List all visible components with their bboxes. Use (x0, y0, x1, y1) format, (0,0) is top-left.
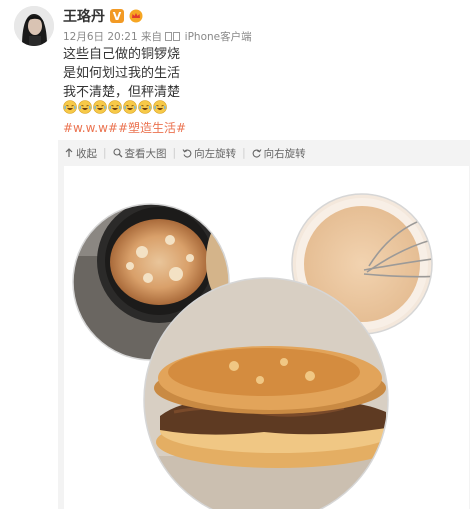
toolbar-divider: | (242, 147, 246, 159)
avatar[interactable] (14, 6, 54, 46)
view-large-label: 查看大图 (124, 147, 167, 160)
toolbar-divider: | (103, 147, 107, 159)
pancake-collage-image (72, 193, 433, 513)
member-crown-icon[interactable] (129, 9, 143, 23)
laugh-cry-emoji-icon (153, 100, 167, 114)
post-image[interactable] (64, 166, 469, 513)
post-text-line-2: 是如何划过我的生活 (63, 66, 181, 81)
magnifier-icon (112, 148, 123, 158)
post-source[interactable]: iPhone客户端 (185, 31, 252, 43)
post-text-line-3: 我不清楚，但秤清楚 (63, 85, 181, 100)
rotate-left-button[interactable]: 向左旋转 (182, 146, 236, 161)
post-date[interactable]: 12月6日 20:21 (63, 31, 138, 43)
emoji-row (63, 100, 167, 114)
device-icon (165, 32, 181, 41)
collapse-arrow-icon (65, 148, 73, 157)
rotate-right-label: 向右旋转 (263, 147, 306, 160)
post-text-line-1: 这些自己做的铜锣烧 (63, 47, 181, 62)
view-large-button[interactable]: 查看大图 (112, 146, 167, 161)
laugh-cry-emoji-icon (93, 100, 107, 114)
image-toolbar: 收起 | 查看大图 | 向左旋转 | 向右旋转 (64, 146, 306, 160)
toolbar-divider: | (172, 147, 177, 159)
collapse-label: 收起 (76, 147, 97, 160)
source-prefix: 来自 (140, 31, 162, 43)
laugh-cry-emoji-icon (78, 100, 92, 114)
post-meta: 12月6日 20:21 来自 iPhone客户端 (63, 29, 252, 44)
collapse-button[interactable]: 收起 (64, 146, 97, 161)
rotate-right-icon (252, 149, 262, 158)
laugh-cry-emoji-icon (138, 100, 152, 114)
rotate-left-label: 向左旋转 (194, 147, 237, 160)
laugh-cry-emoji-icon (63, 100, 77, 114)
user-name[interactable]: 王珞丹 (63, 6, 105, 26)
laugh-cry-emoji-icon (108, 100, 122, 114)
topic-hashtag-link[interactable]: #w.w.w##塑造生活# (63, 119, 186, 136)
rotate-left-icon (182, 149, 192, 158)
avatar-image (14, 6, 54, 46)
verified-badge-icon[interactable]: V (110, 9, 124, 23)
laugh-cry-emoji-icon (123, 100, 137, 114)
rotate-right-button[interactable]: 向右旋转 (252, 146, 306, 161)
